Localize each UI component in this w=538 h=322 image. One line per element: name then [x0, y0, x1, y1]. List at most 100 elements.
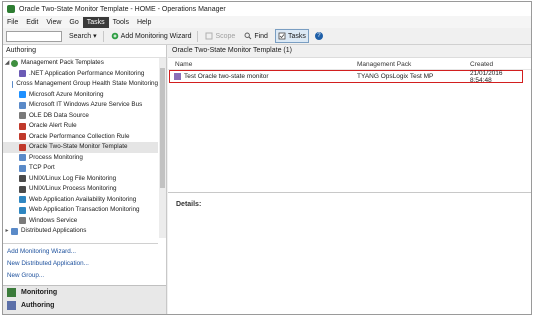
- monitoring-icon: [7, 288, 16, 297]
- tasks-icon: [278, 32, 286, 40]
- chevron-down-icon: ▾: [93, 33, 97, 40]
- column-header-name[interactable]: Name: [175, 61, 192, 68]
- app-icon: [7, 5, 15, 13]
- tree-item[interactable]: .NET Application Performance Monitoring: [3, 69, 158, 80]
- monitor-icon: [174, 73, 181, 80]
- tree-item-label: Distributed Applications: [21, 227, 87, 234]
- actions-panel: Add Monitoring Wizard... New Distributed…: [3, 243, 158, 282]
- tree-item[interactable]: Microsoft IT Windows Azure Service Bus: [3, 100, 158, 111]
- web-icon: [19, 196, 26, 204]
- scope-button[interactable]: Scope: [203, 30, 237, 42]
- help-icon[interactable]: ?: [314, 32, 323, 40]
- tree-item[interactable]: Web Application Availability Monitoring: [3, 195, 158, 206]
- tree-item-label: Microsoft Azure Monitoring: [29, 90, 104, 98]
- menu-bar: File Edit View Go Tasks Tools Help: [3, 16, 531, 28]
- authoring-icon: [7, 301, 16, 310]
- tree-root-label: Management Pack Templates: [21, 59, 104, 66]
- template-icon: [19, 70, 26, 78]
- tree-item-label: Web Application Availability Monitoring: [29, 195, 137, 203]
- tree-item[interactable]: TCP Port: [3, 163, 158, 174]
- tree-item-label: UNIX/Linux Log File Monitoring: [29, 174, 117, 182]
- distributed-app-icon: [11, 227, 18, 235]
- add-monitoring-wizard-label: Add Monitoring Wizard: [120, 32, 192, 40]
- tree-item-label: Process Monitoring: [29, 153, 83, 161]
- search-button-label: Search: [69, 32, 92, 40]
- search-button[interactable]: Search ▾: [67, 30, 99, 42]
- tree-item-label: OLE DB Data Source: [29, 111, 89, 119]
- search-input[interactable]: [6, 30, 62, 42]
- results-pane: Oracle Two-State Monitor Template (1) Na…: [168, 45, 531, 314]
- collapse-icon[interactable]: ◢: [3, 58, 11, 69]
- wizard-icon: [111, 32, 118, 40]
- template-tree: ◢ Management Pack Templates .NET Applica…: [3, 58, 158, 238]
- search-icon: [244, 32, 252, 40]
- find-button[interactable]: Find: [242, 30, 270, 42]
- tasks-label: Tasks: [287, 32, 306, 40]
- tree-item[interactable]: Oracle Alert Rule: [3, 121, 158, 132]
- column-header-created[interactable]: Created: [470, 61, 493, 68]
- tree-scrollbar[interactable]: [159, 58, 166, 238]
- wunderbar-monitoring[interactable]: Monitoring: [3, 286, 166, 299]
- details-label: Details:: [176, 201, 202, 208]
- database-icon: [19, 112, 26, 120]
- menu-file[interactable]: File: [3, 17, 22, 28]
- tasks-button[interactable]: Tasks: [274, 29, 309, 43]
- process-icon: [19, 185, 26, 193]
- oracle-icon: [19, 133, 26, 141]
- row-name: Test Oracle two-state monitor: [184, 73, 269, 80]
- scrollbar-thumb[interactable]: [160, 68, 165, 188]
- tree-item[interactable]: Cross Management Group Health State Moni…: [3, 79, 158, 90]
- window-title: Oracle Two-State Monitor Template - HOME…: [19, 5, 226, 13]
- oracle-icon: [19, 122, 26, 130]
- column-header-management-pack[interactable]: Management Pack: [357, 61, 411, 68]
- template-icon: [12, 80, 14, 88]
- tree-item[interactable]: Windows Service: [3, 216, 158, 227]
- web-icon: [19, 206, 26, 214]
- wunderbar-authoring-label: Authoring: [21, 302, 55, 309]
- expand-icon[interactable]: ▸: [3, 226, 11, 237]
- menu-view[interactable]: View: [42, 17, 65, 28]
- new-group-link[interactable]: New Group...: [3, 270, 158, 282]
- app-window: Oracle Two-State Monitor Template - HOME…: [2, 1, 532, 315]
- service-icon: [19, 217, 26, 225]
- menu-go[interactable]: Go: [65, 17, 82, 28]
- table-row[interactable]: Test Oracle two-state monitor TYANG OpsL…: [169, 69, 523, 84]
- row-created: 21/01/2016 8:54:48: [470, 69, 503, 84]
- tree-item[interactable]: UNIX/Linux Process Monitoring: [3, 184, 158, 195]
- grid-header: Name Management Pack Created: [168, 59, 531, 70]
- network-icon: [19, 164, 26, 172]
- tree-item-label: Cross Management Group Health State Moni…: [16, 80, 158, 87]
- menu-tasks[interactable]: Tasks: [82, 16, 109, 28]
- log-file-icon: [19, 175, 26, 183]
- tree-item[interactable]: UNIX/Linux Log File Monitoring: [3, 174, 158, 185]
- scope-label: Scope: [215, 32, 236, 40]
- navigation-pane-title: Authoring: [3, 45, 166, 58]
- add-monitoring-wizard-link[interactable]: Add Monitoring Wizard...: [3, 246, 158, 258]
- tree-item-label: Microsoft IT Windows Azure Service Bus: [29, 101, 143, 108]
- wunderbar-authoring[interactable]: Authoring: [3, 299, 166, 312]
- azure-icon: [19, 91, 26, 99]
- tree-item-selected[interactable]: Oracle Two-State Monitor Template: [3, 142, 158, 153]
- tree-item[interactable]: Oracle Performance Collection Rule: [3, 132, 158, 143]
- tree-item-label: .NET Application Performance Monitoring: [29, 69, 145, 77]
- toolbar-separator: [197, 30, 199, 42]
- tree-item-label: Web Application Transaction Monitoring: [29, 206, 140, 213]
- tree-item[interactable]: ▸ Distributed Applications: [3, 226, 158, 237]
- navigation-pane: Authoring ◢ Management Pack Templates .N…: [3, 45, 167, 314]
- new-distributed-application-link[interactable]: New Distributed Application...: [3, 258, 158, 270]
- tree-item-label: Windows Service: [29, 216, 78, 224]
- tree-item[interactable]: Process Monitoring: [3, 153, 158, 164]
- tree-item[interactable]: OLE DB Data Source: [3, 111, 158, 122]
- menu-help[interactable]: Help: [133, 17, 155, 28]
- tree-root[interactable]: ◢ Management Pack Templates: [3, 58, 158, 69]
- tree-item-label: Oracle Performance Collection Rule: [29, 132, 130, 140]
- menu-tools[interactable]: Tools: [109, 17, 133, 28]
- title-bar: Oracle Two-State Monitor Template - HOME…: [3, 2, 531, 16]
- menu-edit[interactable]: Edit: [22, 17, 42, 28]
- tree-item[interactable]: Web Application Transaction Monitoring: [3, 205, 158, 216]
- template-icon: [19, 101, 26, 109]
- tree-item[interactable]: Microsoft Azure Monitoring: [3, 90, 158, 101]
- row-management-pack: TYANG OpsLogix Test MP: [357, 73, 434, 80]
- add-monitoring-wizard-button[interactable]: Add Monitoring Wizard: [109, 30, 194, 42]
- wunderbar-monitoring-label: Monitoring: [21, 289, 58, 296]
